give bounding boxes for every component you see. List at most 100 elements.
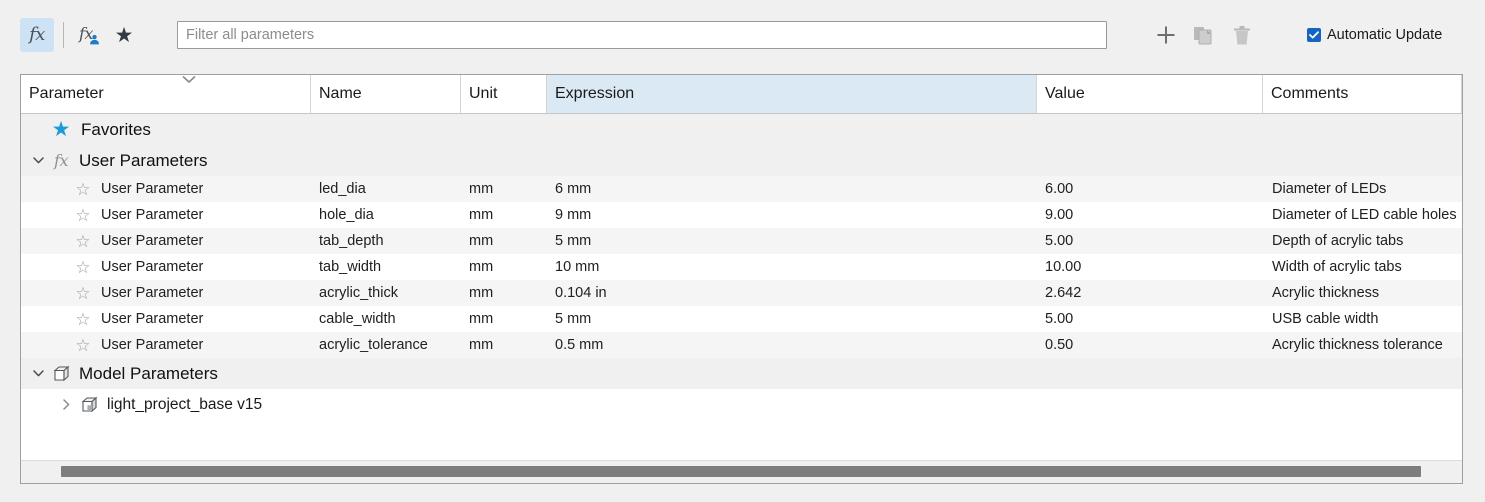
- favorite-star-icon[interactable]: ☆: [73, 180, 93, 198]
- add-button[interactable]: [1147, 18, 1185, 52]
- parameter-type-label: User Parameter: [101, 285, 204, 301]
- cell-name[interactable]: tab_depth: [311, 233, 461, 249]
- cell-unit[interactable]: mm: [461, 181, 547, 197]
- table-row[interactable]: ☆ User Parameter led_dia mm 6 mm 6.00 Diameter…: [21, 176, 1462, 202]
- cell-expression[interactable]: 5 mm: [547, 233, 1037, 249]
- column-header-expression[interactable]: Expression: [547, 75, 1037, 113]
- cell-comments[interactable]: Diameter of LEDs: [1263, 181, 1462, 197]
- cell-parameter[interactable]: ☆ User Parameter: [21, 258, 311, 276]
- cell-value[interactable]: 0.50: [1037, 337, 1263, 353]
- table-row[interactable]: ☆ User Parameter cable_width mm 5 mm 5.00 USB …: [21, 306, 1462, 332]
- cell-name[interactable]: acrylic_tolerance: [311, 337, 461, 353]
- horizontal-scrollbar-track[interactable]: [21, 460, 1462, 483]
- cell-parameter[interactable]: ☆ User Parameter: [21, 284, 311, 302]
- cell-name[interactable]: led_dia: [311, 181, 461, 197]
- star-icon: ★: [51, 118, 71, 141]
- copy-icon: [1194, 27, 1212, 45]
- favorite-star-icon[interactable]: ☆: [73, 336, 93, 354]
- cell-parameter[interactable]: ☆ User Parameter: [21, 310, 311, 328]
- cell-unit[interactable]: mm: [461, 285, 547, 301]
- table-row[interactable]: ☆ User Parameter acrylic_thick mm 0.104 in 2.…: [21, 280, 1462, 306]
- cell-name[interactable]: acrylic_thick: [311, 285, 461, 301]
- parameters-panel: Parameter Name Unit Expression Value Com…: [20, 74, 1463, 484]
- table-row[interactable]: ☆ User Parameter acrylic_tolerance mm 0.5 mm…: [21, 332, 1462, 358]
- parameter-type-label: User Parameter: [101, 181, 204, 197]
- cell-expression[interactable]: 0.5 mm: [547, 337, 1037, 353]
- horizontal-scrollbar-thumb[interactable]: [61, 466, 1421, 477]
- cell-value[interactable]: 9.00: [1037, 207, 1263, 223]
- cell-expression[interactable]: 10 mm: [547, 259, 1037, 275]
- cube-icon: [50, 364, 72, 384]
- cell-parameter[interactable]: ☆ User Parameter: [21, 232, 311, 250]
- cell-comments[interactable]: Acrylic thickness tolerance: [1263, 337, 1462, 353]
- cell-expression[interactable]: 6 mm: [547, 181, 1037, 197]
- cell-name[interactable]: tab_width: [311, 259, 461, 275]
- cell-value[interactable]: 10.00: [1037, 259, 1263, 275]
- favorite-star-icon[interactable]: ☆: [73, 206, 93, 224]
- cell-value[interactable]: 5.00: [1037, 233, 1263, 249]
- cell-unit[interactable]: mm: [461, 233, 547, 249]
- delete-button[interactable]: [1223, 18, 1261, 52]
- chevron-right-icon[interactable]: [57, 396, 75, 414]
- cell-expression[interactable]: 9 mm: [547, 207, 1037, 223]
- cell-parameter[interactable]: ☆ User Parameter: [21, 206, 311, 224]
- cell-value[interactable]: 5.00: [1037, 311, 1263, 327]
- column-header-unit[interactable]: Unit: [461, 75, 547, 113]
- fx-toggle-button[interactable]: fx: [20, 18, 54, 52]
- tree-item-light-project-base[interactable]: light_project_base v15: [21, 389, 1462, 420]
- group-row-model-parameters[interactable]: Model Parameters: [21, 358, 1462, 389]
- cell-value[interactable]: 2.642: [1037, 285, 1263, 301]
- duplicate-button[interactable]: [1185, 18, 1223, 52]
- cell-expression[interactable]: 0.104 in: [547, 285, 1037, 301]
- cell-comments[interactable]: Acrylic thickness: [1263, 285, 1462, 301]
- column-header-comments[interactable]: Comments: [1263, 75, 1462, 113]
- cell-unit[interactable]: mm: [461, 311, 547, 327]
- table-row[interactable]: ☆ User Parameter hole_dia mm 9 mm 9.00 Diamete…: [21, 202, 1462, 228]
- tree-item-label: light_project_base v15: [107, 395, 263, 413]
- column-header-value[interactable]: Value: [1037, 75, 1263, 113]
- cell-comments[interactable]: Depth of acrylic tabs: [1263, 233, 1462, 249]
- favorite-star-icon[interactable]: ☆: [73, 284, 93, 302]
- add-user-parameter-button[interactable]: fx: [73, 18, 107, 52]
- checkbox-checked-icon: [1307, 28, 1321, 42]
- automatic-update-label: Automatic Update: [1327, 27, 1443, 43]
- cell-comments[interactable]: Diameter of LED cable holes: [1263, 207, 1462, 223]
- group-row-favorites[interactable]: ★ Favorites: [21, 114, 1462, 145]
- toolbar-divider: [63, 22, 64, 48]
- cell-unit[interactable]: mm: [461, 337, 547, 353]
- column-header-parameter[interactable]: Parameter: [21, 75, 311, 113]
- search-input[interactable]: [177, 21, 1107, 49]
- cell-expression[interactable]: 5 mm: [547, 311, 1037, 327]
- cell-name[interactable]: hole_dia: [311, 207, 461, 223]
- checkmark-icon: [1309, 31, 1319, 39]
- cell-comments[interactable]: Width of acrylic tabs: [1263, 259, 1462, 275]
- favorite-star-icon[interactable]: ☆: [73, 310, 93, 328]
- favorite-star-icon[interactable]: ☆: [73, 258, 93, 276]
- parameter-rows-host: ☆ User Parameter led_dia mm 6 mm 6.00 Diameter…: [21, 176, 1462, 358]
- cell-comments[interactable]: USB cable width: [1263, 311, 1462, 327]
- favorites-toolbar-button[interactable]: ★: [107, 18, 141, 52]
- cell-unit[interactable]: mm: [461, 207, 547, 223]
- cell-parameter[interactable]: ☆ User Parameter: [21, 180, 311, 198]
- person-badge-icon: [90, 34, 99, 45]
- automatic-update-toggle[interactable]: Automatic Update: [1307, 27, 1442, 43]
- star-icon: ★: [114, 23, 134, 47]
- group-label-user-parameters: User Parameters: [79, 150, 208, 170]
- table-header: Parameter Name Unit Expression Value Com…: [21, 75, 1462, 114]
- favorite-star-icon[interactable]: ☆: [73, 232, 93, 250]
- chevron-down-icon[interactable]: [29, 365, 47, 383]
- cell-parameter[interactable]: ☆ User Parameter: [21, 336, 311, 354]
- table-row[interactable]: ☆ User Parameter tab_depth mm 5 mm 5.00 Depth …: [21, 228, 1462, 254]
- cell-unit[interactable]: mm: [461, 259, 547, 275]
- column-header-name[interactable]: Name: [311, 75, 461, 113]
- parameter-type-label: User Parameter: [101, 259, 204, 275]
- table-body: ★ Favorites fx User Parameters ☆ User Par…: [21, 114, 1462, 464]
- group-row-user-parameters[interactable]: fx User Parameters: [21, 145, 1462, 176]
- table-row[interactable]: ☆ User Parameter tab_width mm 10 mm 10.00 Widt…: [21, 254, 1462, 280]
- fx-icon: fx: [29, 24, 45, 45]
- cell-name[interactable]: cable_width: [311, 311, 461, 327]
- cell-value[interactable]: 6.00: [1037, 181, 1263, 197]
- chevron-down-icon[interactable]: [29, 152, 47, 170]
- parameter-type-label: User Parameter: [101, 311, 204, 327]
- component-icon: [78, 395, 100, 415]
